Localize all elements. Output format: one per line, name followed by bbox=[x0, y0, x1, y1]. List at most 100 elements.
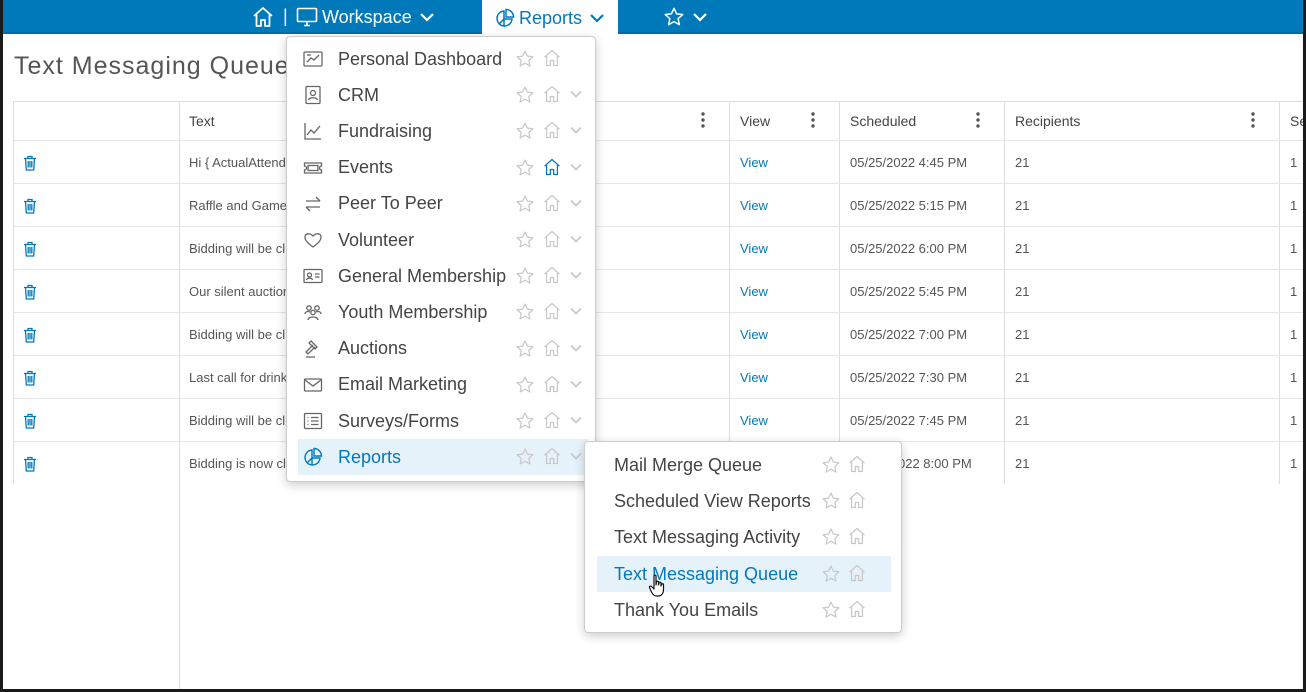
star-icon[interactable] bbox=[821, 527, 841, 547]
home-icon[interactable] bbox=[542, 265, 562, 285]
chevron-down-icon[interactable] bbox=[569, 160, 583, 174]
star-icon[interactable] bbox=[515, 230, 535, 250]
submenu-item-label: Thank You Emails bbox=[614, 599, 759, 620]
home-icon[interactable] bbox=[542, 410, 562, 430]
view-link[interactable]: View bbox=[740, 227, 768, 270]
chevron-down-icon[interactable] bbox=[569, 268, 583, 282]
menu-item-label: Surveys/Forms bbox=[338, 410, 460, 431]
home-icon[interactable] bbox=[847, 526, 867, 546]
view-link[interactable]: View bbox=[740, 270, 768, 313]
star-icon[interactable] bbox=[515, 158, 535, 178]
table-row: Bidding will be cl View 05/25/2022 7:45 … bbox=[13, 398, 1303, 441]
trash-icon[interactable] bbox=[23, 184, 39, 227]
home-icon[interactable] bbox=[542, 338, 562, 358]
column-header-text[interactable]: Text bbox=[189, 102, 215, 140]
menu-item-peer-to-peer[interactable]: Peer To Peer bbox=[298, 186, 588, 222]
chevron-down-icon[interactable] bbox=[569, 377, 583, 391]
menu-item-youth-membership[interactable]: Youth Membership bbox=[298, 294, 588, 330]
star-icon[interactable] bbox=[821, 455, 841, 475]
star-icon[interactable] bbox=[821, 564, 841, 584]
view-link[interactable]: View bbox=[740, 184, 768, 227]
home-icon[interactable] bbox=[542, 374, 562, 394]
column-header-view[interactable]: View bbox=[740, 102, 770, 140]
star-icon[interactable] bbox=[821, 491, 841, 511]
ticket-icon bbox=[303, 158, 323, 178]
star-icon[interactable] bbox=[515, 339, 535, 359]
workspace-menu-button[interactable]: Workspace bbox=[296, 0, 438, 34]
trash-icon[interactable] bbox=[23, 227, 39, 270]
home-icon[interactable] bbox=[542, 157, 562, 177]
chevron-down-icon[interactable] bbox=[569, 304, 583, 318]
menu-item-volunteer[interactable]: Volunteer bbox=[298, 222, 588, 258]
chevron-down-icon[interactable] bbox=[569, 196, 583, 210]
column-header-scheduled[interactable]: Scheduled bbox=[850, 102, 916, 140]
view-link[interactable]: View bbox=[740, 356, 768, 399]
star-icon[interactable] bbox=[515, 375, 535, 395]
menu-item-surveys-forms[interactable]: Surveys/Forms bbox=[298, 403, 588, 439]
chevron-down-icon[interactable] bbox=[569, 87, 583, 101]
star-icon[interactable] bbox=[515, 266, 535, 286]
chevron-down-icon[interactable] bbox=[569, 413, 583, 427]
column-menu-icon[interactable] bbox=[975, 111, 981, 129]
chevron-down-icon[interactable] bbox=[569, 341, 583, 355]
star-icon[interactable] bbox=[515, 49, 535, 69]
star-icon[interactable] bbox=[515, 411, 535, 431]
home-icon[interactable] bbox=[542, 446, 562, 466]
trash-icon[interactable] bbox=[23, 313, 39, 356]
chevron-down-icon[interactable] bbox=[569, 123, 583, 137]
menu-item-general-membership[interactable]: General Membership bbox=[298, 258, 588, 294]
favorites-menu-button[interactable] bbox=[663, 0, 709, 34]
menu-item-label: Auctions bbox=[338, 338, 408, 359]
menu-item-auctions[interactable]: Auctions bbox=[298, 331, 588, 367]
column-header-recipients[interactable]: Recipients bbox=[1015, 102, 1080, 140]
menu-item-label: Fundraising bbox=[338, 120, 433, 141]
chevron-down-icon[interactable] bbox=[569, 449, 583, 463]
submenu-item-text-messaging-queue[interactable]: Text Messaging Queue bbox=[597, 555, 891, 592]
home-icon[interactable] bbox=[847, 599, 867, 619]
column-menu-icon[interactable] bbox=[1250, 111, 1256, 129]
home-icon[interactable] bbox=[542, 301, 562, 321]
view-link[interactable]: View bbox=[740, 399, 768, 442]
view-link[interactable]: View bbox=[740, 313, 768, 356]
chevron-down-icon[interactable] bbox=[569, 232, 583, 246]
trash-icon[interactable] bbox=[23, 270, 39, 313]
submenu-item-text-messaging-activity[interactable]: Text Messaging Activity bbox=[597, 519, 891, 555]
view-link[interactable]: View bbox=[740, 141, 768, 184]
submenu-item-label: Scheduled View Reports bbox=[614, 491, 811, 512]
home-icon[interactable] bbox=[542, 84, 562, 104]
reports-menu-button[interactable]: Reports bbox=[482, 0, 618, 36]
home-icon[interactable] bbox=[847, 454, 867, 474]
star-icon[interactable] bbox=[515, 447, 535, 467]
home-icon[interactable] bbox=[847, 563, 867, 583]
star-icon[interactable] bbox=[821, 600, 841, 620]
trash-icon[interactable] bbox=[23, 442, 39, 485]
menu-item-reports[interactable]: Reports bbox=[298, 439, 588, 476]
star-icon[interactable] bbox=[515, 121, 535, 141]
submenu-item-scheduled-view-reports[interactable]: Scheduled View Reports bbox=[597, 483, 891, 519]
home-icon[interactable] bbox=[542, 120, 562, 140]
star-icon[interactable] bbox=[515, 302, 535, 322]
line-chart-icon bbox=[303, 121, 323, 141]
trash-icon[interactable] bbox=[23, 141, 39, 184]
submenu-item-mail-merge-queue[interactable]: Mail Merge Queue bbox=[597, 447, 891, 483]
page-title: Text Messaging Queue bbox=[14, 52, 290, 80]
menu-item-fundraising[interactable]: Fundraising bbox=[298, 113, 588, 149]
trash-icon[interactable] bbox=[23, 399, 39, 442]
menu-item-personal-dashboard[interactable]: Personal Dashboard bbox=[298, 41, 588, 77]
home-icon[interactable] bbox=[542, 48, 562, 68]
home-icon[interactable] bbox=[847, 490, 867, 510]
column-menu-icon[interactable] bbox=[700, 111, 706, 129]
home-icon[interactable] bbox=[251, 5, 275, 29]
trash-icon[interactable] bbox=[23, 356, 39, 399]
submenu-item-thank-you-emails[interactable]: Thank You Emails bbox=[597, 592, 891, 628]
home-icon[interactable] bbox=[542, 229, 562, 249]
menu-item-email-marketing[interactable]: Email Marketing bbox=[298, 367, 588, 403]
menu-item-crm[interactable]: CRM bbox=[298, 77, 588, 113]
home-icon[interactable] bbox=[542, 193, 562, 213]
column-header-truncated[interactable]: Se bbox=[1290, 102, 1306, 140]
star-icon[interactable] bbox=[515, 85, 535, 105]
menu-item-events[interactable]: Events bbox=[298, 150, 588, 186]
column-menu-icon[interactable] bbox=[810, 111, 816, 129]
star-icon[interactable] bbox=[515, 194, 535, 214]
table-row: Hi { ActualAttendee View 05/25/2022 4:45… bbox=[13, 140, 1303, 183]
